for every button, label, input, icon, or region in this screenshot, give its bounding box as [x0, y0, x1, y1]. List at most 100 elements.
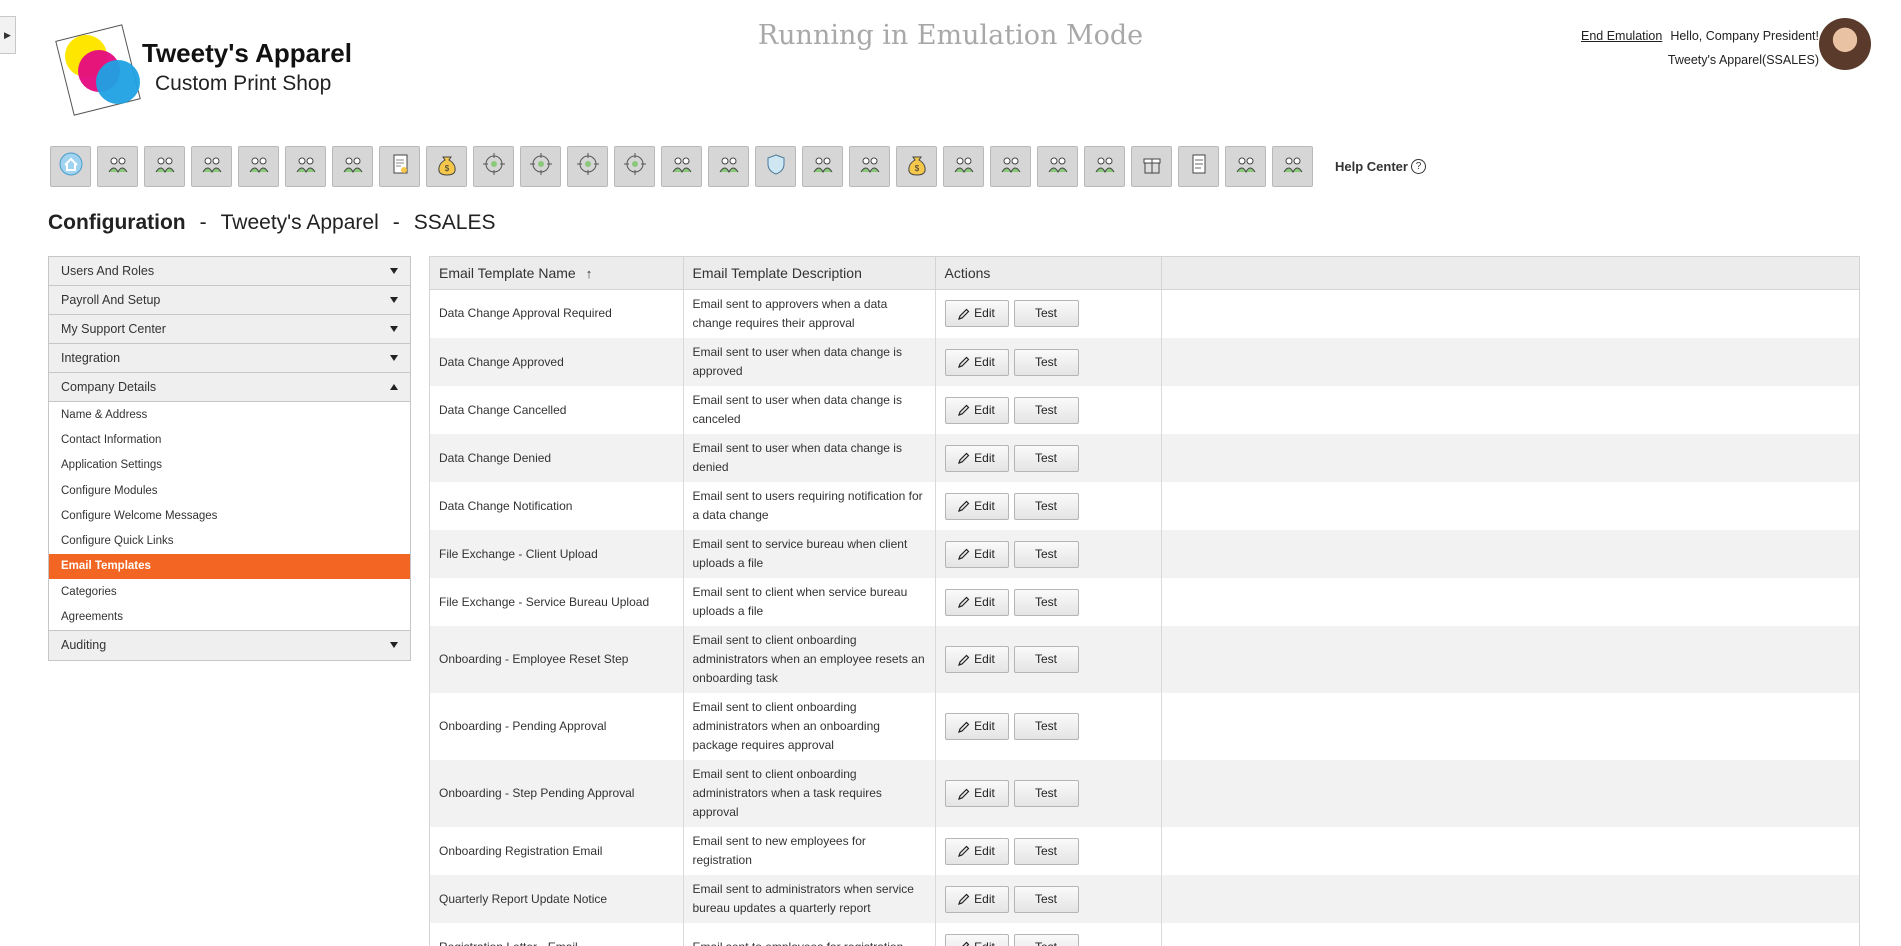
toolbar-target-miss-button[interactable]: [849, 146, 890, 187]
toolbar-form-button[interactable]: [1178, 146, 1219, 187]
sidebar-section-company-details[interactable]: Company Details: [49, 373, 410, 402]
edit-button[interactable]: Edit: [945, 493, 1009, 520]
sidebar-item-agreements[interactable]: Agreements: [49, 604, 410, 629]
toolbar-org-chart-button[interactable]: [332, 146, 373, 187]
pencil-icon: [958, 308, 970, 320]
edit-button[interactable]: Edit: [945, 713, 1009, 740]
column-header-name[interactable]: Email Template Name↑: [430, 257, 683, 289]
edit-button[interactable]: Edit: [945, 934, 1009, 946]
toolbar-target-button[interactable]: [473, 146, 514, 187]
sidebar-item-configure-welcome-messages[interactable]: Configure Welcome Messages: [49, 503, 410, 528]
sidebar-section-auditing[interactable]: Auditing: [49, 631, 410, 660]
edit-button[interactable]: Edit: [945, 886, 1009, 913]
people-settings-icon: [151, 150, 179, 183]
test-button[interactable]: Test: [1014, 886, 1079, 913]
page-title: Configuration-Tweety's Apparel-SSALES: [48, 211, 495, 235]
edit-button[interactable]: Edit: [945, 541, 1009, 568]
sidebar-item-categories[interactable]: Categories: [49, 579, 410, 604]
edit-button[interactable]: Edit: [945, 780, 1009, 807]
test-button[interactable]: Test: [1014, 589, 1079, 616]
table-row: Onboarding Registration EmailEmail sent …: [430, 827, 1860, 875]
test-button[interactable]: Test: [1014, 713, 1079, 740]
edit-label: Edit: [974, 304, 995, 323]
sidebar-section-users-and-roles[interactable]: Users And Roles: [49, 257, 410, 286]
toolbar-target-button[interactable]: [520, 146, 561, 187]
toolbar-award-search-button[interactable]: [1272, 146, 1313, 187]
sidebar-section-my-support-center[interactable]: My Support Center: [49, 315, 410, 344]
sidebar-section-label: My Support Center: [61, 322, 166, 336]
target-icon: [574, 150, 602, 183]
toolbar-money-bag-button[interactable]: $: [426, 146, 467, 187]
sidebar-item-name-address[interactable]: Name & Address: [49, 402, 410, 427]
sidebar-item-application-settings[interactable]: Application Settings: [49, 453, 410, 478]
sidebar-item-configure-modules[interactable]: Configure Modules: [49, 478, 410, 503]
template-name-cell: Registration Letter - Email: [430, 923, 683, 946]
toolbar-search-money-button[interactable]: [802, 146, 843, 187]
edit-button[interactable]: Edit: [945, 445, 1009, 472]
test-button[interactable]: Test: [1014, 646, 1079, 673]
template-description-cell: Email sent to client onboarding administ…: [683, 760, 935, 827]
test-button[interactable]: Test: [1014, 838, 1079, 865]
test-button[interactable]: Test: [1014, 493, 1079, 520]
column-header-description[interactable]: Email Template Description: [683, 257, 935, 289]
toolbar-target-button[interactable]: [567, 146, 608, 187]
toolbar-presenter-button[interactable]: [708, 146, 749, 187]
toolbar-team-search-button[interactable]: [238, 146, 279, 187]
edit-button[interactable]: Edit: [945, 646, 1009, 673]
edit-button[interactable]: Edit: [945, 349, 1009, 376]
template-description-cell: Email sent to administrators when servic…: [683, 875, 935, 923]
toolbar-presentation-button[interactable]: [191, 146, 232, 187]
sidebar-section-integration[interactable]: Integration: [49, 344, 410, 373]
toolbar-team-growth-button[interactable]: [943, 146, 984, 187]
sidebar-section-payroll-and-setup[interactable]: Payroll And Setup: [49, 286, 410, 315]
toolbar-search-money-button[interactable]: [1084, 146, 1125, 187]
toolbar-group-money-button[interactable]: [1037, 146, 1078, 187]
edit-button[interactable]: Edit: [945, 838, 1009, 865]
config-sidebar: Users And RolesPayroll And Setup My Suppo…: [48, 256, 411, 661]
toolbar-training-button[interactable]: [285, 146, 326, 187]
template-name-cell: Onboarding - Pending Approval: [430, 693, 683, 760]
toolbar-document-button[interactable]: [379, 146, 420, 187]
test-button[interactable]: Test: [1014, 934, 1079, 946]
test-button[interactable]: Test: [1014, 780, 1079, 807]
toolbar-award-button[interactable]: [97, 146, 138, 187]
greeting-text: Hello, Company President!: [1670, 29, 1819, 43]
edit-label: Edit: [974, 353, 995, 372]
filler-cell: [1161, 923, 1860, 946]
company-context: Tweety's Apparel(SSALES): [1581, 48, 1819, 72]
test-button[interactable]: Test: [1014, 300, 1079, 327]
test-button[interactable]: Test: [1014, 445, 1079, 472]
toolbar-temperature-button[interactable]: [661, 146, 702, 187]
title-separator: -: [200, 211, 207, 234]
test-button[interactable]: Test: [1014, 541, 1079, 568]
end-emulation-link[interactable]: End Emulation: [1581, 29, 1662, 43]
help-center-link[interactable]: Help Center?: [1335, 159, 1426, 174]
toolbar-presenter-button[interactable]: [990, 146, 1031, 187]
test-button[interactable]: Test: [1014, 397, 1079, 424]
edit-button[interactable]: Edit: [945, 397, 1009, 424]
edit-label: Edit: [974, 449, 995, 468]
avatar[interactable]: [1819, 18, 1871, 70]
test-button[interactable]: Test: [1014, 349, 1079, 376]
sidebar-item-email-templates[interactable]: Email Templates: [49, 554, 410, 579]
edit-button[interactable]: Edit: [945, 300, 1009, 327]
toolbar-target-button[interactable]: [614, 146, 655, 187]
column-header-actions: Actions: [935, 257, 1161, 289]
table-row: Data Change Approval RequiredEmail sent …: [430, 289, 1860, 338]
toolbar-home-button[interactable]: [50, 146, 91, 187]
table-row: File Exchange - Client UploadEmail sent …: [430, 530, 1860, 578]
toolbar-gift-button[interactable]: [1131, 146, 1172, 187]
actions-cell: Edit Test: [935, 923, 1161, 946]
template-description-cell: Email sent to new employees for registra…: [683, 827, 935, 875]
toolbar-people-settings-button[interactable]: [144, 146, 185, 187]
filler-cell: [1161, 530, 1860, 578]
toolbar-shield-button[interactable]: [755, 146, 796, 187]
template-name-cell: Data Change Denied: [430, 434, 683, 482]
edit-button[interactable]: Edit: [945, 589, 1009, 616]
home-icon: [57, 150, 85, 183]
filler-cell: [1161, 626, 1860, 693]
toolbar-training-button[interactable]: [1225, 146, 1266, 187]
toolbar-money-bag-button[interactable]: $: [896, 146, 937, 187]
sidebar-item-configure-quick-links[interactable]: Configure Quick Links: [49, 528, 410, 553]
sidebar-item-contact-information[interactable]: Contact Information: [49, 427, 410, 452]
